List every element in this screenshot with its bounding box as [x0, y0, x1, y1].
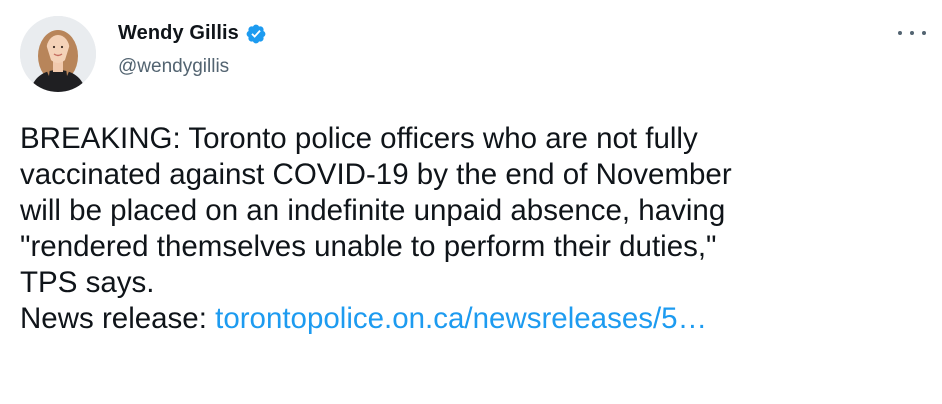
author-display-name[interactable]: Wendy Gillis: [118, 22, 239, 45]
tweet-text-line: BREAKING: Toronto police officers who ar…: [20, 122, 698, 155]
more-options-icon[interactable]: [898, 26, 926, 40]
tweet-text-line: "rendered themselves unable to perform t…: [20, 230, 717, 263]
avatar[interactable]: [20, 16, 96, 92]
author-name-row: Wendy Gillis: [118, 22, 267, 45]
author-handle[interactable]: @wendygillis: [118, 56, 229, 78]
dot-icon: [898, 31, 902, 35]
tweet-text-line: vaccinated against COVID-19 by the end o…: [20, 158, 732, 191]
news-release-line: News release: torontopolice.on.ca/newsre…: [20, 301, 925, 337]
verified-badge-icon: [245, 23, 267, 45]
dot-icon: [922, 31, 926, 35]
news-release-link[interactable]: torontopolice.on.ca/newsreleases/5…: [215, 302, 707, 335]
dot-icon: [910, 31, 914, 35]
tweet-text-line: will be placed on an indefinite unpaid a…: [20, 194, 726, 227]
tweet-card: Wendy Gillis @wendygillis BREAKING: Toro…: [0, 0, 942, 404]
news-release-label: News release:: [20, 302, 207, 335]
tweet-text-line: TPS says.: [20, 266, 155, 299]
tweet-body: BREAKING: Toronto police officers who ar…: [20, 121, 925, 337]
avatar-image: [20, 16, 96, 92]
